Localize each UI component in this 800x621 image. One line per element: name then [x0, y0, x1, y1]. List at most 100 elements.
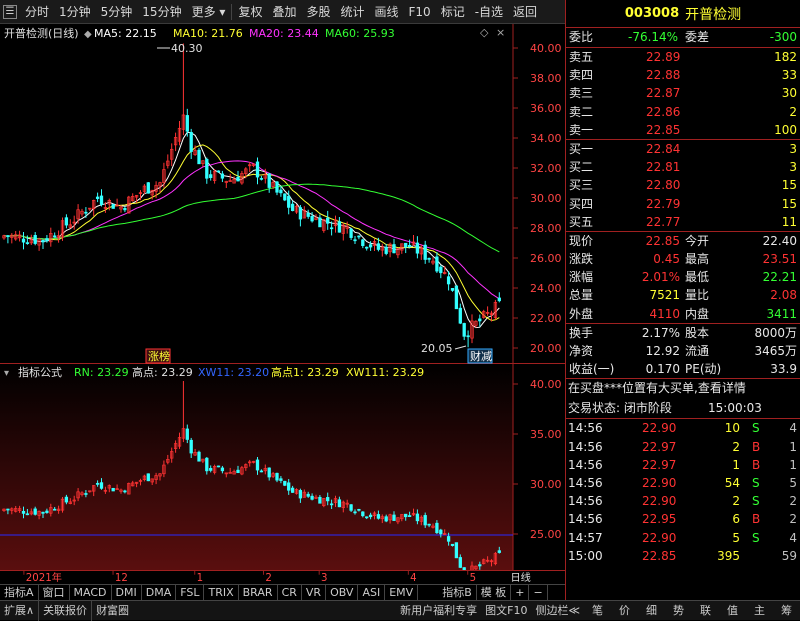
ind-body — [318, 496, 322, 504]
tick-list[interactable]: 14:56 22.90 10 S 4 14:56 22.97 2 B 1 14:56 22.97 1 B 1… — [566, 419, 800, 565]
mark-button[interactable]: 标记 — [436, 0, 470, 24]
event-tag-2[interactable]: 财减 — [470, 349, 492, 363]
level-label: 卖五 — [569, 50, 594, 64]
legend-toggle-icon[interactable]: ◆ — [84, 29, 92, 40]
ind-body — [25, 513, 30, 516]
stat-row: 收益(一) 0.170 PE(动) 33.9 — [566, 360, 800, 378]
stock-header: 003008 开普检测 — [566, 0, 800, 28]
tab-macd[interactable]: MACD — [70, 584, 112, 601]
candle-body — [337, 221, 342, 233]
level-price: 22.81 — [646, 160, 681, 175]
tab-1min[interactable]: 1分钟 — [54, 0, 96, 24]
bid-row[interactable]: 买三 22.80 15 — [566, 176, 800, 194]
menu-icon[interactable]: ☰ — [3, 4, 17, 19]
stat-label: 股本 — [685, 325, 710, 340]
bid-row[interactable]: 买五 22.77 11 — [566, 213, 800, 231]
tab-obv[interactable]: OBV — [326, 584, 359, 601]
tab-bi[interactable]: 笔 — [584, 601, 611, 621]
tick-price: 22.90 — [642, 421, 677, 436]
tab-indicator-b[interactable]: 指标B — [438, 584, 477, 601]
ind-body — [439, 529, 443, 535]
tab-asi[interactable]: ASI — [358, 584, 386, 601]
draw-line-button[interactable]: 画线 — [370, 0, 404, 24]
ask-row[interactable]: 卖一 22.85 100 — [566, 121, 800, 139]
tab-lian[interactable]: 联 — [692, 601, 719, 621]
tab-shi[interactable]: 势 — [665, 601, 692, 621]
ask-row[interactable]: 卖二 22.86 2 — [566, 103, 800, 121]
level-price: 22.79 — [646, 196, 681, 211]
tab-chou[interactable]: 筹 — [773, 601, 800, 621]
tab-template[interactable]: 模 板 — [477, 584, 512, 601]
time-label: 2021年 — [26, 571, 62, 584]
candle-body — [33, 235, 37, 244]
tab-cr[interactable]: CR — [278, 584, 302, 601]
tab-xi[interactable]: 细 — [638, 601, 665, 621]
tab-5min[interactable]: 5分钟 — [96, 0, 138, 24]
level-price: 22.85 — [646, 122, 681, 137]
tab-zhi[interactable]: 值 — [719, 601, 746, 621]
tab-vr[interactable]: VR — [302, 584, 327, 601]
bid-row[interactable]: 买一 22.84 3 — [566, 140, 800, 158]
ask-row[interactable]: 卖四 22.88 33 — [566, 66, 800, 84]
stat-label: 最低 — [685, 270, 710, 285]
sidebar-toggle-button[interactable]: 侧边栏≪ — [531, 601, 584, 621]
tab-indicator-a[interactable]: 指标A — [0, 584, 39, 601]
adjust-button[interactable]: 复权 — [233, 0, 267, 24]
big-order-notice[interactable]: 在买盘***位置有大买单,查看详情 — [568, 379, 746, 397]
ind-body — [497, 550, 501, 553]
bid-row[interactable]: 买四 22.79 15 — [566, 195, 800, 213]
tab-15min[interactable]: 15分钟 — [137, 0, 186, 24]
stat-row: 换手 2.17% 股本 8000万 — [566, 324, 800, 342]
ask-row[interactable]: 卖五 22.89 182 — [566, 48, 800, 66]
notice-row[interactable]: 在买盘***位置有大买单,查看详情 — [566, 379, 800, 399]
level-label: 买三 — [569, 178, 594, 193]
add-watchlist-button[interactable]: -自选 — [470, 0, 508, 24]
tick-volume: 6 — [732, 512, 740, 527]
tab-brar[interactable]: BRAR — [239, 584, 278, 601]
new-user-benefit-link[interactable]: 新用户福利专享 — [396, 601, 481, 621]
f10-button[interactable]: F10 — [404, 0, 436, 24]
tab-emv[interactable]: EMV — [385, 584, 419, 601]
f10-graphic-button[interactable]: 图文F10 — [481, 601, 531, 621]
wealth-circle-button[interactable]: 财富圈 — [91, 600, 133, 621]
period-toolbar: ☰ 分时 1分钟 5分钟 15分钟 更多 ▾ 复权 叠加 多股 统计 画线 F1… — [0, 0, 565, 24]
tab-dma[interactable]: DMA — [142, 584, 177, 601]
tab-intraday[interactable]: 分时 — [20, 0, 54, 24]
indicator-tick-label: 25.00 — [530, 528, 562, 541]
related-quote-button[interactable]: 关联报价 — [38, 600, 91, 621]
tab-window[interactable]: 窗口 — [39, 584, 70, 601]
tick-row: 14:57 22.90 5 S 4 — [566, 529, 800, 547]
multi-stock-button[interactable]: 多股 — [301, 0, 335, 24]
tick-volume: 1 — [732, 457, 740, 472]
diamond-icon[interactable]: ◇ — [480, 26, 489, 39]
overlay-button[interactable]: 叠加 — [267, 0, 301, 24]
tab-fsl[interactable]: FSL — [176, 584, 205, 601]
tab-dmi[interactable]: DMI — [112, 584, 142, 601]
close-icon[interactable]: × — [496, 26, 505, 39]
stat-label: 换手 — [569, 325, 594, 340]
stats-button[interactable]: 统计 — [335, 0, 369, 24]
price-tick-label: 22.00 — [530, 312, 562, 325]
tab-jia[interactable]: 价 — [611, 601, 638, 621]
stats-block: 现价 22.85 今开 22.40 涨跌 0.45 最高 23.51 涨幅 2.01% 最低 22.2… — [566, 232, 800, 324]
ind-body — [45, 510, 49, 513]
indicator-tick-label: 30.00 — [530, 478, 562, 491]
ind-body — [349, 504, 353, 511]
candle-body — [275, 181, 279, 193]
indicator-chart[interactable]: 25.00 30.00 35.00 40.00 ▾ 指标公式 RN: 23.29 高点… — [0, 364, 565, 570]
add-indicator-button[interactable]: + — [511, 584, 530, 601]
back-button[interactable]: 返回 — [508, 0, 542, 24]
candle-body — [25, 242, 30, 244]
time-label: 12 — [115, 573, 128, 584]
kline-chart[interactable]: 20.00 22.00 24.00 26.00 28.00 30.00 32.00 34.00… — [0, 24, 565, 364]
tab-more[interactable]: 更多 ▾ — [187, 0, 231, 24]
indicator-toggle-icon[interactable]: ▾ — [4, 368, 9, 379]
tab-trix[interactable]: TRIX — [204, 584, 239, 601]
remove-indicator-button[interactable]: − — [529, 584, 548, 601]
expand-button[interactable]: 扩展∧ — [0, 601, 38, 621]
ask-row[interactable]: 卖三 22.87 30 — [566, 84, 800, 102]
bid-row[interactable]: 买二 22.81 3 — [566, 158, 800, 176]
candle-body — [53, 235, 57, 238]
event-tag-1[interactable]: 涨榜 — [148, 349, 170, 363]
tab-zhu[interactable]: 主 — [746, 601, 773, 621]
